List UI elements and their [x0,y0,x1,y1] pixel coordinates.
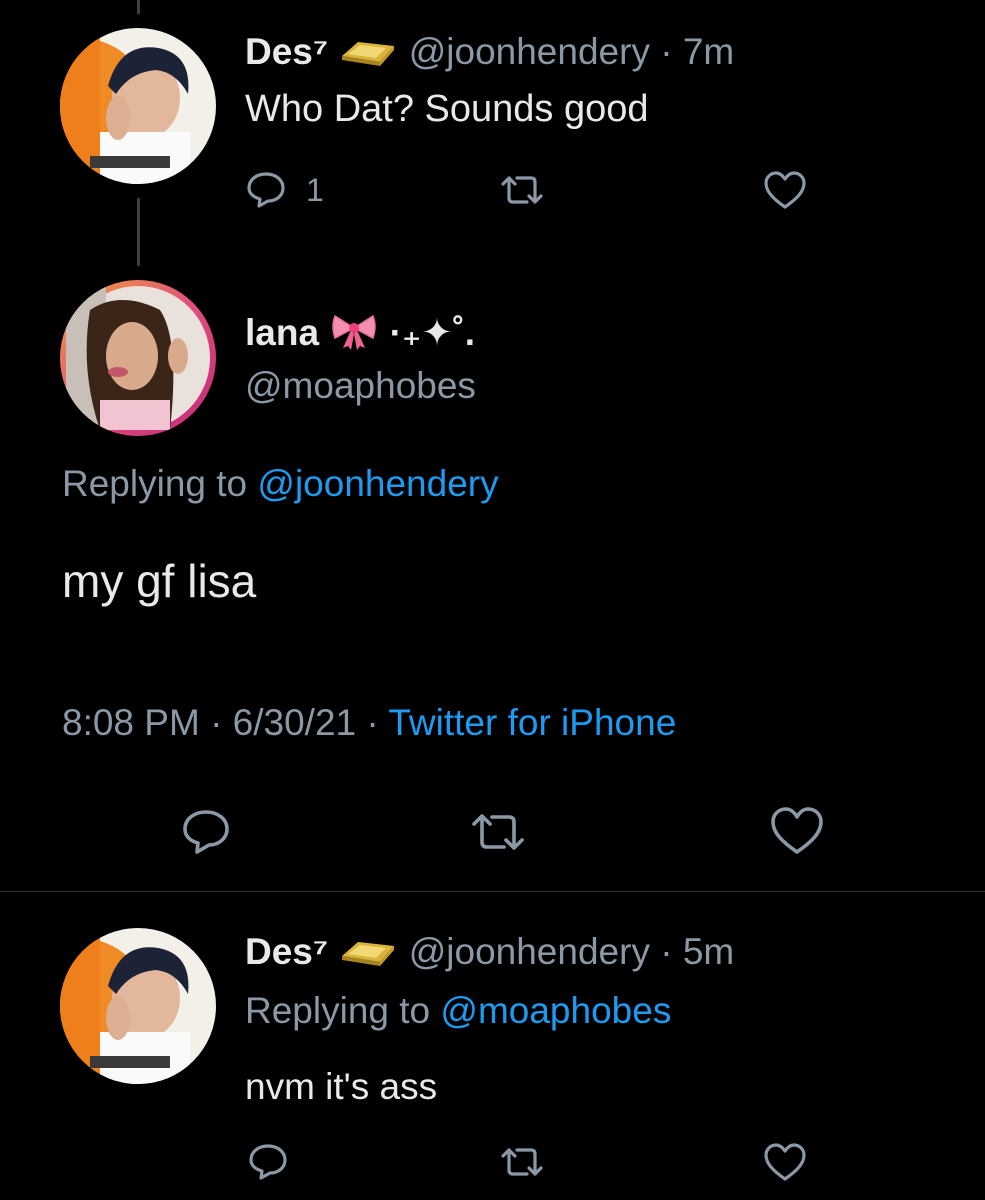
reply-icon[interactable] [247,1142,289,1182]
thread-line-top [137,0,140,14]
timestamp[interactable]: 8:08 PM · 6/30/21 · [62,702,379,743]
heart-icon[interactable] [768,806,826,858]
handle[interactable]: @joonhendery [409,931,650,972]
divider [0,891,985,892]
avatar-des[interactable] [60,28,216,184]
tweet-source[interactable]: Twitter for iPhone [388,702,676,743]
replying-to-handle[interactable]: @moaphobes [440,990,671,1031]
tweet-2-text: my gf lisa [62,555,257,607]
avatar-lana[interactable] [60,280,216,436]
tweet-1-text: Who Dat? Sounds good [245,88,649,130]
reply-count: 1 [306,172,324,208]
replying-to-handle[interactable]: @joonhendery [257,463,498,504]
avatar-des[interactable] [60,928,216,1084]
heart-icon[interactable] [762,1142,808,1184]
ribbon-emoji-icon [329,310,379,360]
retweet-icon[interactable] [497,1142,547,1182]
tweet-3-header: Des⁷ @joonhendery · 5m [245,930,734,976]
reply-icon[interactable] [180,807,232,857]
replying-to: Replying to @joonhendery [62,461,499,507]
handle[interactable]: @joonhendery [409,31,650,72]
replying-to-label: Replying to [62,463,248,504]
separator: · [660,931,673,972]
display-name[interactable]: Des⁷ [245,31,328,72]
gold-bar-emoji-icon [338,932,398,976]
display-name[interactable]: lana [245,312,319,353]
thread-line-middle [137,198,140,266]
display-name[interactable]: Des⁷ [245,931,328,972]
tweet-time[interactable]: 7m [683,31,734,72]
gold-bar-emoji-icon [338,32,398,76]
reply-icon[interactable] [245,170,287,210]
tweet-time[interactable]: 5m [683,931,734,972]
separator: · [660,31,673,72]
tweet-2-meta: 8:08 PM · 6/30/21 · Twitter for iPhone [62,699,676,747]
replying-to: Replying to @moaphobes [245,988,671,1034]
tweet-1-header: Des⁷ @joonhendery · 7m [245,30,734,76]
tweet-3-text: nvm it's ass [245,1066,438,1107]
replying-to-label: Replying to [245,990,431,1031]
heart-icon[interactable] [762,170,808,212]
retweet-icon[interactable] [468,808,528,856]
retweet-icon[interactable] [497,170,547,210]
handle[interactable]: @moaphobes [245,364,476,408]
name-decoration: ·₊✦˚. [389,311,476,353]
tweet-2-name-row: lana ·₊✦˚. [245,310,475,360]
